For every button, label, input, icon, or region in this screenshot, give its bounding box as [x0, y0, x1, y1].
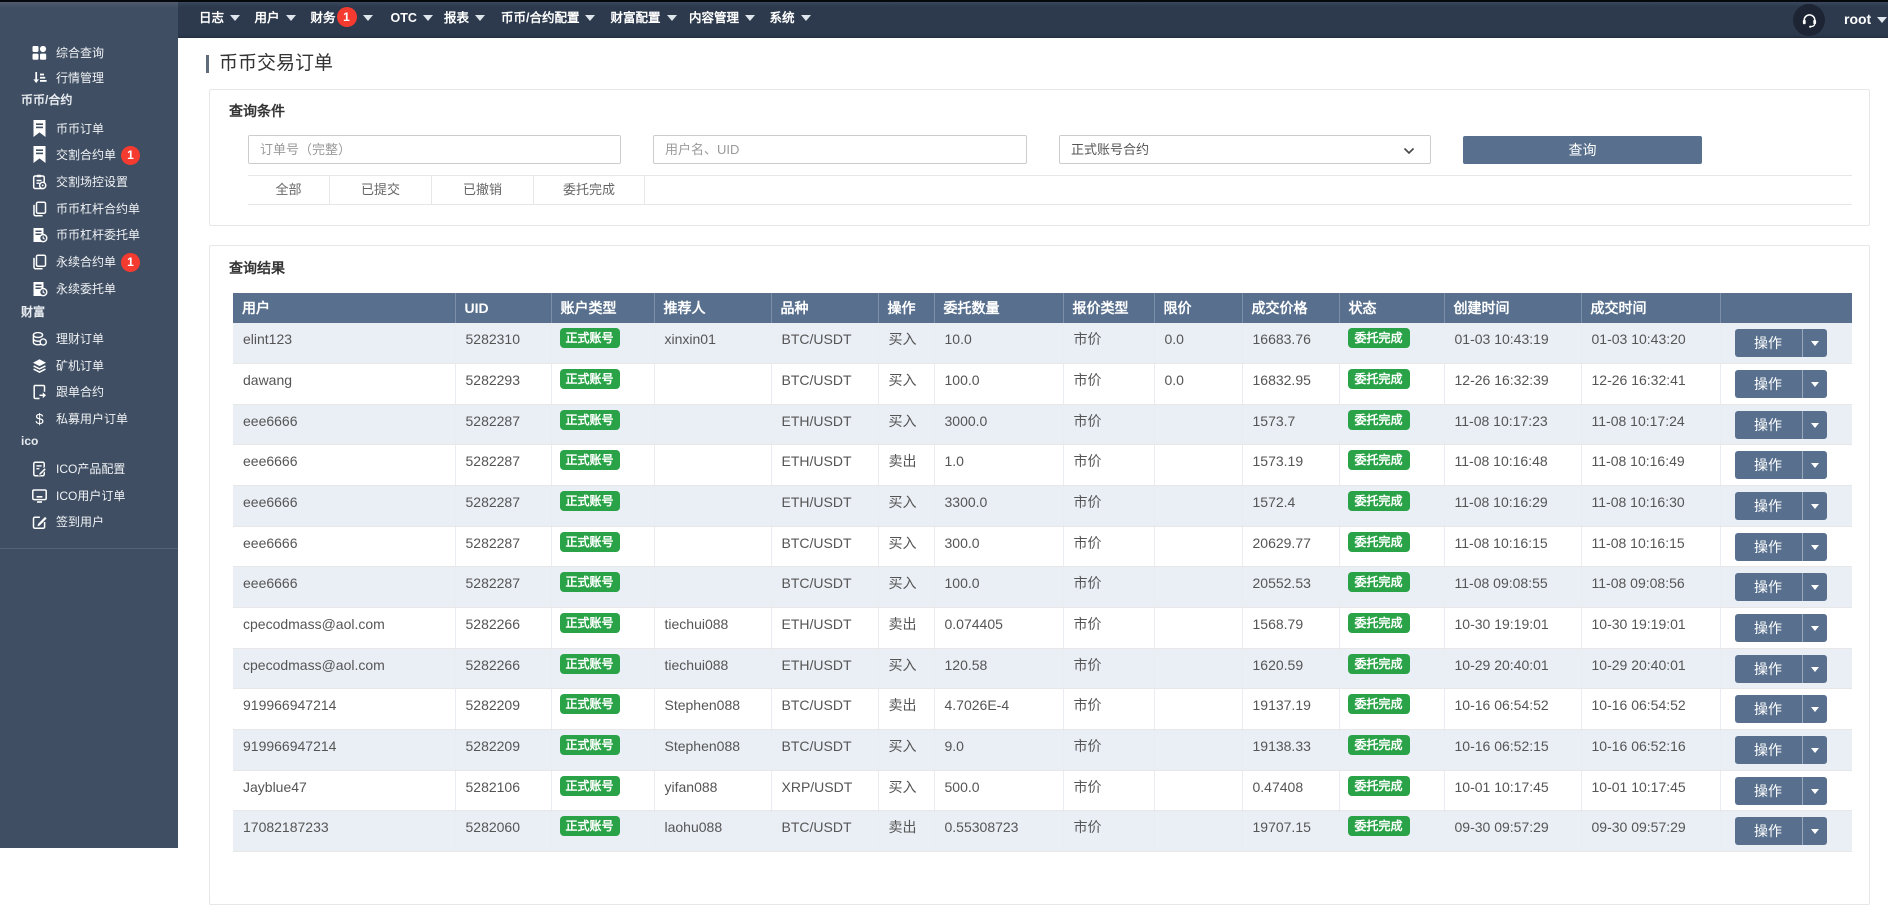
svg-text:$: $: [35, 411, 44, 427]
